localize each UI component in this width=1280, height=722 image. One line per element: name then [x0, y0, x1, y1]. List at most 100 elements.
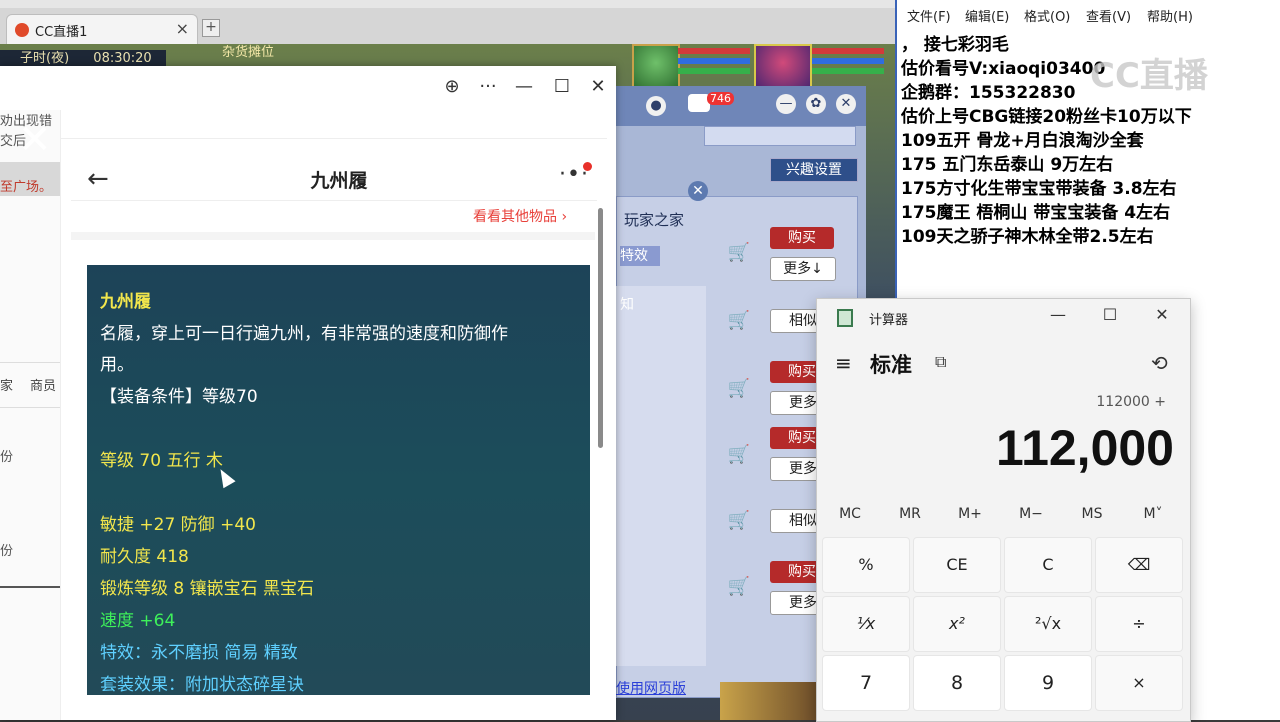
divider [61, 138, 607, 139]
window-close-button[interactable]: ✕ [586, 76, 610, 97]
tab-title: CC直播1 [35, 25, 88, 40]
cart-icon[interactable]: 🛒 [726, 510, 752, 532]
calculator-maximize-button[interactable]: ☐ [1095, 305, 1125, 324]
digit-9-button[interactable]: 9 [1004, 655, 1092, 711]
player-status-bars [812, 48, 884, 74]
item-description-line: 名履，穿上可一日行遍九州，有非常强的速度和防御作 [100, 324, 508, 344]
memory-list-button[interactable]: M˅ [1128, 506, 1178, 522]
digit-8-button[interactable]: 8 [913, 655, 1001, 711]
window-maximize-button[interactable]: ☐ [550, 76, 574, 97]
web-version-link[interactable]: 使用网页版 [616, 678, 686, 698]
notepad-line: 109天之骄子神木林全带2.5左右 [901, 227, 1154, 247]
calculator-expression: 112000 + [1096, 394, 1166, 410]
cart-icon[interactable]: 🛒 [726, 576, 752, 598]
calculator-app-icon [837, 309, 853, 327]
more-options-icon[interactable]: ··· [476, 76, 500, 97]
menu-help[interactable]: 帮助(H) [1147, 6, 1193, 25]
cart-icon[interactable]: 🛒 [726, 310, 752, 332]
player-portrait[interactable] [754, 44, 812, 90]
item-level-element: 等级 70 五行 木 [100, 451, 223, 471]
bg-menu-item: 商员 [30, 379, 57, 394]
menu-edit[interactable]: 编辑(E) [965, 6, 1009, 25]
strip-top [0, 66, 60, 110]
backspace-icon[interactable]: ⌫ [1095, 537, 1183, 593]
cart-icon[interactable]: 🛒 [726, 444, 752, 466]
interest-settings-button[interactable]: 兴趣设置 [770, 158, 858, 182]
new-tab-button[interactable]: + [202, 19, 220, 37]
notepad-line: 估价看号V:xiaoqi03400 [901, 59, 1106, 79]
menu-format[interactable]: 格式(O) [1024, 6, 1070, 25]
close-icon[interactable]: ✕ [836, 94, 856, 114]
item-description-line: 用。 [100, 355, 134, 375]
trade-category-list[interactable] [616, 286, 706, 666]
settings-icon[interactable]: ✿ [806, 94, 826, 114]
window-minimize-button[interactable]: — [512, 76, 536, 97]
tab-favicon-icon [15, 23, 29, 37]
notepad-line: ， 接七彩羽毛 [901, 35, 1009, 55]
divider [71, 200, 597, 201]
game-clock-period: 子时(夜) [20, 51, 70, 66]
tabstrip-top-edge [0, 0, 895, 8]
memory-clear-button[interactable]: MC [825, 506, 875, 522]
close-overlay-icon[interactable]: ✕ [18, 120, 52, 160]
calculator-mode-title: 标准 [870, 353, 912, 377]
cart-icon[interactable]: 🛒 [726, 242, 752, 264]
history-icon[interactable]: ⟲ [1151, 351, 1168, 375]
globe-icon[interactable]: ⊕ [440, 76, 464, 97]
record-icon[interactable]: ● [646, 96, 666, 116]
item-name: 九州履 [100, 292, 151, 312]
bg-menu-item: 家 [0, 379, 14, 394]
game-banner: 杂货摊位 [222, 45, 275, 60]
square-root-button[interactable]: ²√x [1004, 596, 1092, 652]
clear-button[interactable]: C [1004, 537, 1092, 593]
pet-portrait[interactable] [632, 44, 680, 90]
square-button[interactable]: x² [913, 596, 1001, 652]
trade-search-input[interactable] [704, 126, 856, 146]
browser-tab[interactable]: CC直播1 × [6, 14, 198, 45]
item-forge: 锻炼等级 8 镶嵌宝石 黑宝石 [100, 579, 315, 599]
item-speed: 速度 +64 [100, 611, 176, 631]
popup-titlebar: ⊕ ··· — ☐ ✕ [0, 66, 616, 110]
section-gap [71, 232, 595, 240]
tab-close-button[interactable]: × [176, 19, 189, 38]
calculator-display: 112,000 [996, 420, 1174, 476]
divide-button[interactable]: ÷ [1095, 596, 1183, 652]
item-agility-defense: 敏捷 +27 防御 +40 [100, 515, 256, 535]
notification-dot [583, 162, 592, 171]
scrollbar[interactable] [598, 208, 603, 448]
special-effect-filter[interactable]: 特效 [620, 246, 660, 266]
memory-add-button[interactable]: M+ [945, 506, 995, 522]
game-toolbar[interactable] [720, 682, 818, 720]
cc-watermark: CC直播 [1090, 56, 1208, 96]
memory-subtract-button[interactable]: M− [1006, 506, 1056, 522]
percent-button[interactable]: % [822, 537, 910, 593]
calculator-minimize-button[interactable]: — [1043, 305, 1073, 324]
trade-close-button[interactable]: ✕ [688, 181, 708, 201]
item-durability: 耐久度 418 [100, 547, 189, 567]
minimize-icon[interactable]: — [776, 94, 796, 114]
calculator-title: 计算器 [869, 313, 909, 328]
reciprocal-button[interactable]: ¹⁄x [822, 596, 910, 652]
list-header: 知 [620, 297, 634, 313]
buy-button[interactable]: 购买 [770, 227, 834, 249]
divider [0, 586, 60, 588]
memory-recall-button[interactable]: MR [885, 506, 935, 522]
notepad-menubar: 文件(F) 编辑(E) 格式(O) 查看(V) 帮助(H) [897, 0, 1280, 28]
player-home-tab[interactable]: 玩家之家 [624, 209, 684, 230]
more-button[interactable]: 更多↓ [770, 257, 836, 281]
digit-7-button[interactable]: 7 [822, 655, 910, 711]
calculator-close-button[interactable]: ✕ [1147, 305, 1177, 324]
see-other-items-link[interactable]: 看看其他物品 › [473, 206, 567, 226]
calculator-window: 计算器 — ☐ ✕ ≡ 标准 ⧉ ⟲ 112000 + 112,000 MC M… [816, 298, 1191, 722]
menu-file[interactable]: 文件(F) [907, 6, 951, 25]
bg-menu: 家 商员 [0, 362, 60, 408]
cart-icon[interactable]: 🛒 [726, 378, 752, 400]
menu-view[interactable]: 查看(V) [1086, 6, 1131, 25]
browser-tabstrip: CC直播1 × + [0, 0, 895, 45]
keep-on-top-icon[interactable]: ⧉ [935, 352, 946, 372]
notepad-line: 估价上号CBG链接20粉丝卡10万以下 [901, 107, 1192, 127]
clear-entry-button[interactable]: CE [913, 537, 1001, 593]
hamburger-menu-icon[interactable]: ≡ [835, 351, 852, 375]
memory-store-button[interactable]: MS [1067, 506, 1117, 522]
multiply-button[interactable]: × [1095, 655, 1183, 711]
